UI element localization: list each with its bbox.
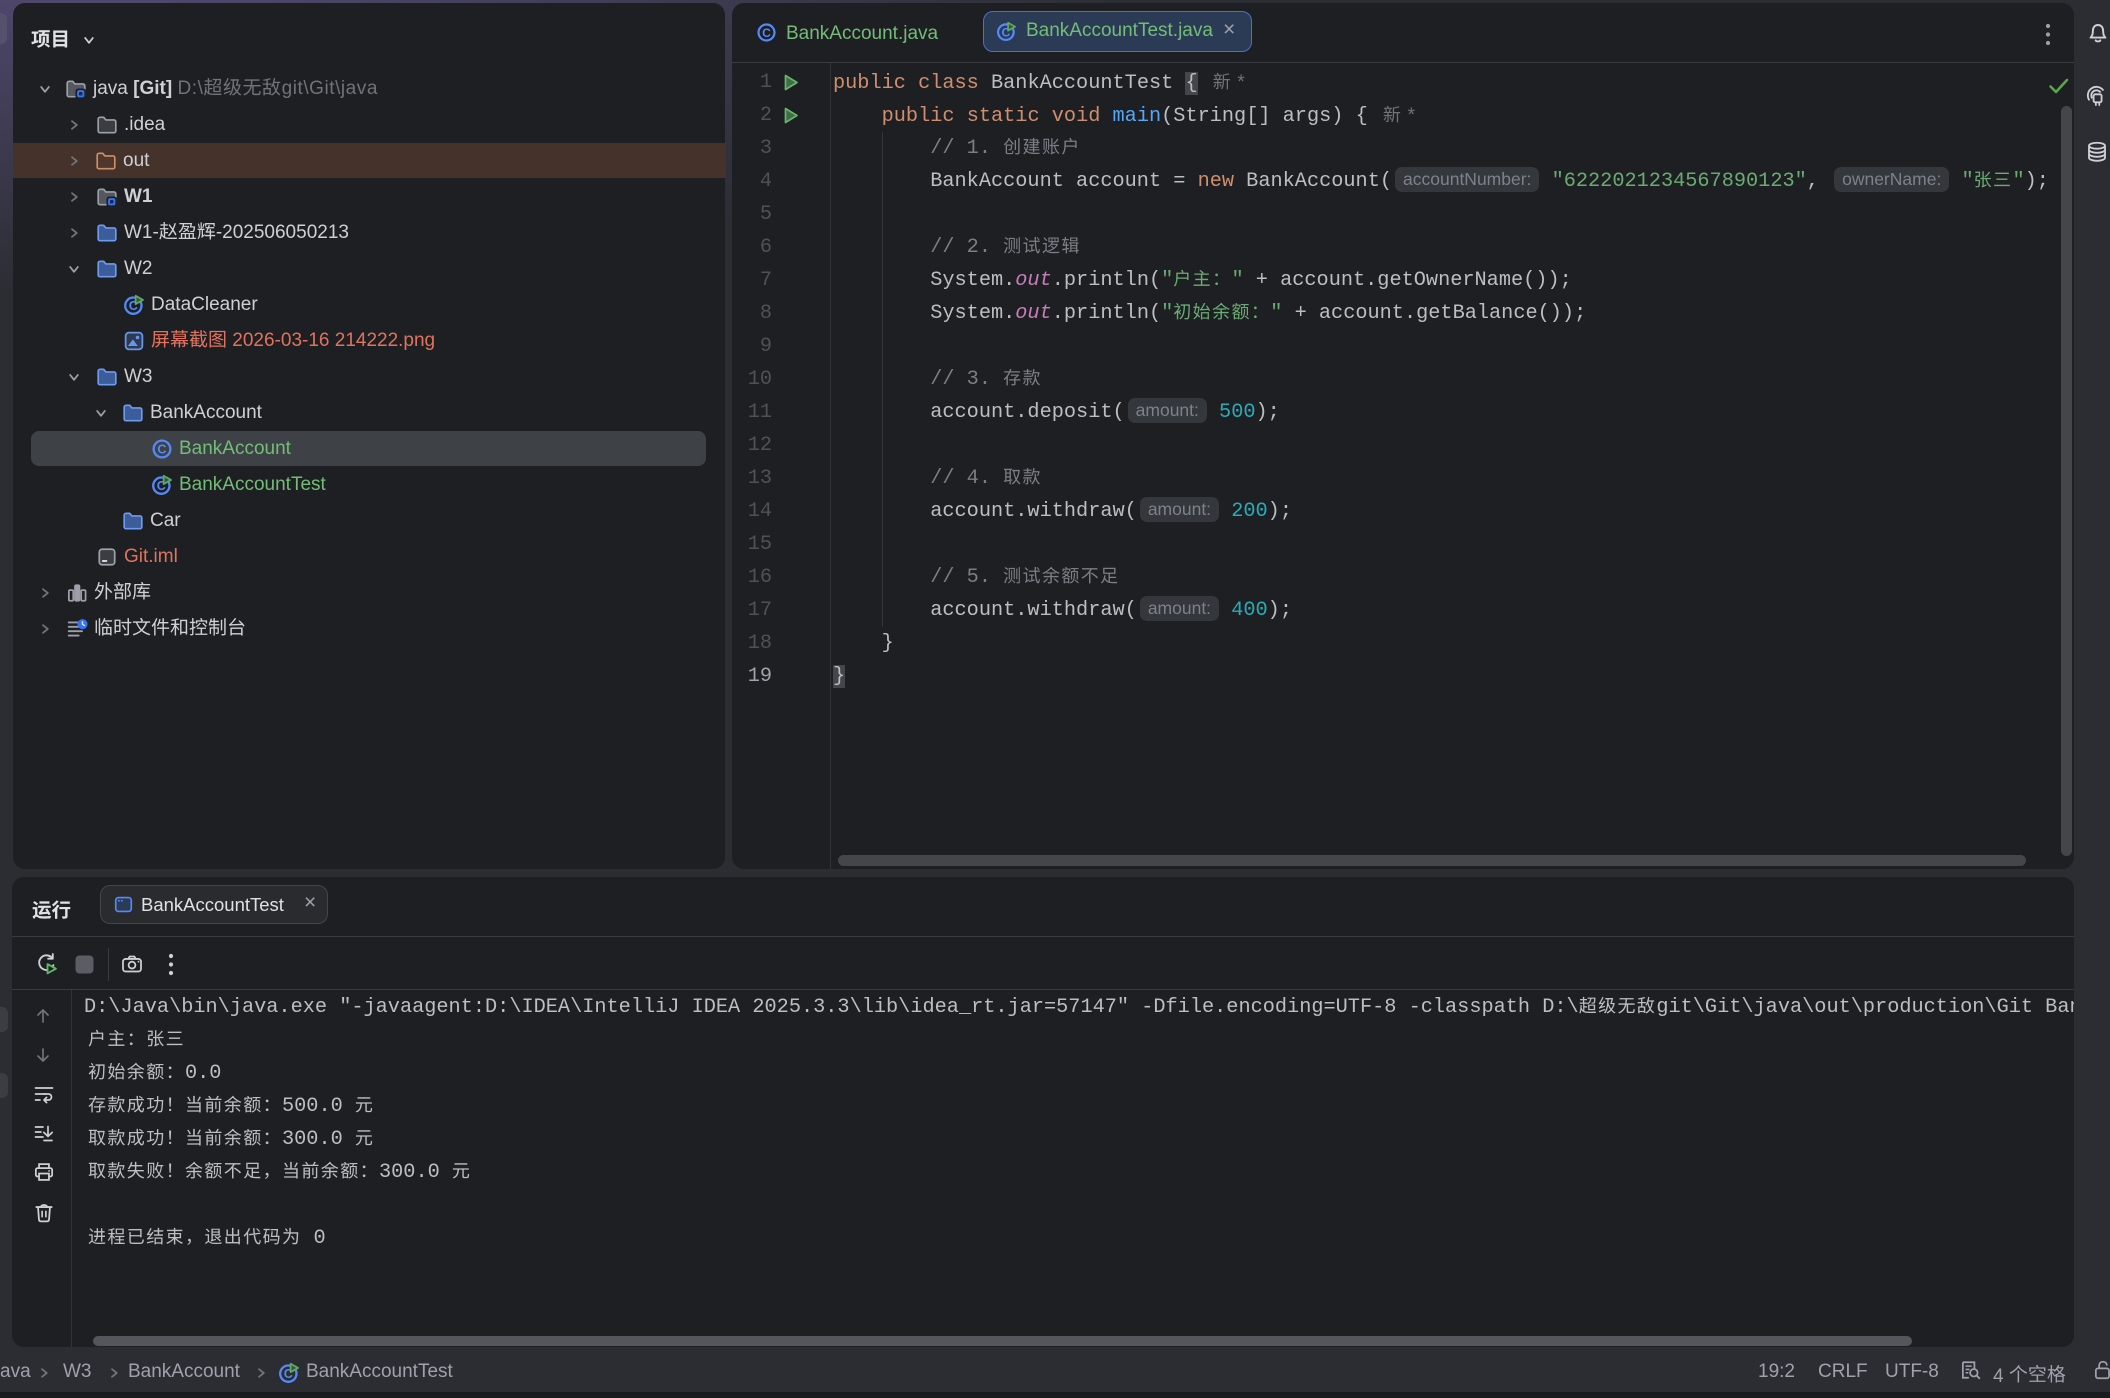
svg-text:C: C [157, 443, 166, 457]
svg-text:C: C [762, 26, 771, 40]
